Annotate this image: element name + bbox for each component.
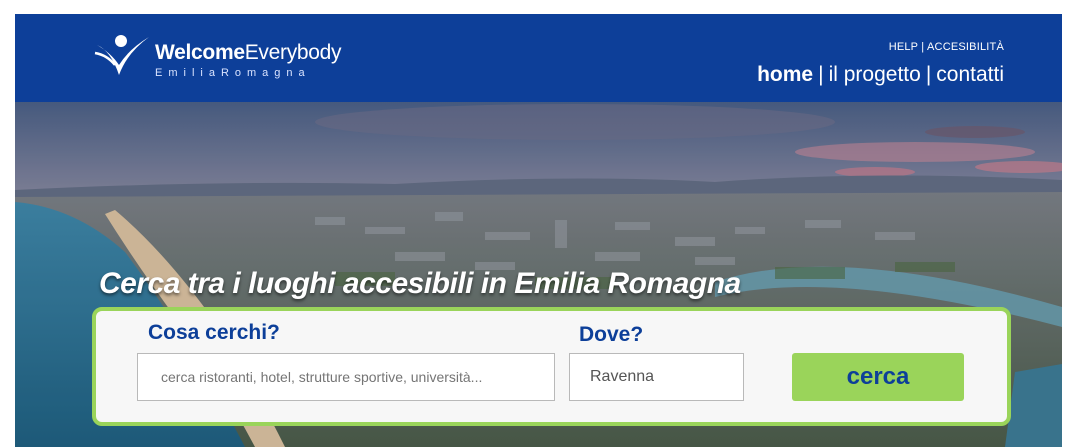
nav-il-progetto[interactable]: il progetto [829,63,921,86]
site-header: WelcomeEverybody EmiliaRomagna HELP | AC… [15,14,1062,102]
person-check-logo-icon [94,35,149,75]
nav-separator: | [818,63,824,86]
brand-subtitle: EmiliaRomagna [155,66,311,79]
logo[interactable]: WelcomeEverybody EmiliaRomagna [93,30,342,90]
page-frame: WelcomeEverybody EmiliaRomagna HELP | AC… [15,14,1062,447]
where-input[interactable] [569,353,744,401]
nav-home[interactable]: home [757,63,813,86]
brand-name-bold: Welcome [155,40,245,64]
brand-name: WelcomeEverybody [155,40,342,65]
help-link[interactable]: HELP [889,41,918,53]
search-panel: Cosa cerchi? Dove? cerca [92,307,1011,426]
nav-contatti[interactable]: contatti [936,63,1004,86]
nav-separator: | [925,63,932,86]
what-search-input[interactable] [137,353,555,401]
hero-banner: Cerca tra i luoghi accesibili in Emilia … [15,102,1062,447]
brand-name-regular: Everybody [244,40,342,64]
hero-headline: Cerca tra i luoghi accesibili in Emilia … [99,267,741,300]
what-label: Cosa cerchi? [148,321,280,344]
logo-text: WelcomeEverybody EmiliaRomagna [155,40,342,80]
where-label: Dove? [579,323,644,346]
utility-links: HELP | ACCESIBILITÀ [889,41,1004,53]
search-button[interactable]: cerca [792,353,964,401]
accessibility-link[interactable]: ACCESIBILITÀ [927,41,1004,53]
utility-separator: | [921,41,925,53]
main-nav: home | il progetto | contatti [757,63,1004,87]
